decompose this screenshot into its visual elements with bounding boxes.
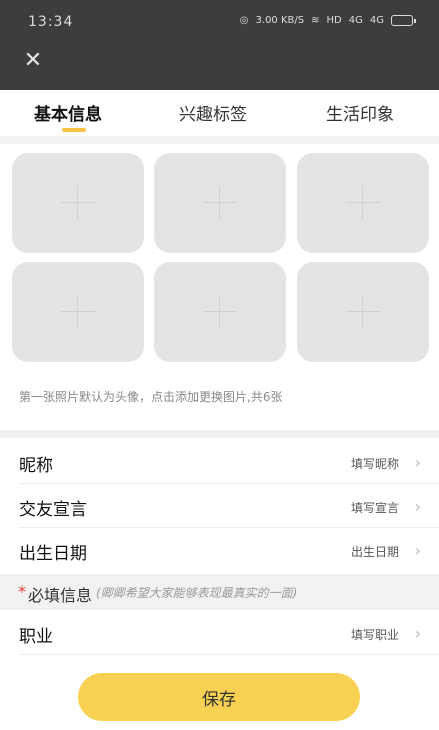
row-job[interactable]: 职业 填写职业 › (0, 611, 439, 655)
required-section-header: * 必填信息 (卿卿希望大家能够表现最真实的一面) (0, 574, 439, 610)
divider-band (0, 430, 439, 438)
row-label: 职业 (19, 627, 53, 647)
add-icon (346, 186, 380, 220)
chevron-right-icon: › (414, 541, 421, 560)
row-label: 交友宣言 (19, 500, 87, 520)
row-declaration[interactable]: 交友宣言 填写宣言 › (0, 484, 439, 528)
photo-slot-4[interactable] (12, 262, 144, 362)
chevron-right-icon: › (414, 497, 421, 516)
add-icon (61, 186, 95, 220)
photo-slot-6[interactable] (297, 262, 429, 362)
status-bar: 13:34 ◎ 3.00 KB/S ≋ HD 4G 4G (0, 0, 439, 44)
status-time: 13:34 (28, 14, 74, 30)
photo-slot-5[interactable] (154, 262, 286, 362)
add-icon (203, 186, 237, 220)
top-bar: 13:34 ◎ 3.00 KB/S ≋ HD 4G 4G ✕ (0, 0, 439, 90)
photo-slot-1[interactable] (12, 153, 144, 253)
row-nickname[interactable]: 昵称 填写昵称 › (0, 440, 439, 484)
tab-interest-tags[interactable]: 兴趣标签 (179, 100, 247, 125)
tab-life-impression[interactable]: 生活印象 (326, 100, 394, 125)
wifi-icon: ≋ (311, 15, 320, 26)
photo-slot-3[interactable] (297, 153, 429, 253)
tab-bar: 基本信息 兴趣标签 生活印象 (0, 90, 439, 136)
signal-1: 4G (348, 15, 363, 26)
net-speed: 3.00 KB/S (255, 15, 305, 26)
row-label: 出生日期 (19, 544, 87, 564)
add-icon (203, 295, 237, 329)
active-tab-indicator (62, 128, 86, 132)
row-birthdate[interactable]: 出生日期 出生日期 › (0, 528, 439, 572)
row-value: 填写昵称 (350, 457, 399, 471)
save-button[interactable]: 保存 (78, 673, 360, 721)
row-value: 填写职业 (350, 628, 399, 642)
signal-2: 4G (369, 15, 384, 26)
photo-slot-2[interactable] (154, 153, 286, 253)
battery-icon (391, 15, 416, 26)
close-icon[interactable]: ✕ (22, 50, 44, 72)
row-label: 昵称 (19, 456, 53, 476)
divider-band (0, 136, 439, 144)
photo-hint: 第一张照片默认为头像，点击添加更换图片,共6张 (19, 390, 283, 404)
network-label: HD (326, 15, 342, 26)
status-icons: ◎ 3.00 KB/S ≋ HD 4G 4G (239, 15, 416, 26)
required-subtitle: (卿卿希望大家能够表现最真实的一面) (96, 586, 298, 600)
required-star: * (18, 582, 26, 601)
chevron-right-icon: › (414, 624, 421, 643)
tab-basic-info[interactable]: 基本信息 (34, 100, 102, 125)
add-icon (61, 295, 95, 329)
add-icon (346, 295, 380, 329)
chevron-right-icon: › (414, 453, 421, 472)
row-value: 出生日期 (350, 545, 399, 559)
location-icon: ◎ (239, 15, 249, 26)
divider (19, 654, 439, 655)
required-title: 必填信息 (28, 586, 93, 605)
row-value: 填写宣言 (350, 501, 399, 515)
